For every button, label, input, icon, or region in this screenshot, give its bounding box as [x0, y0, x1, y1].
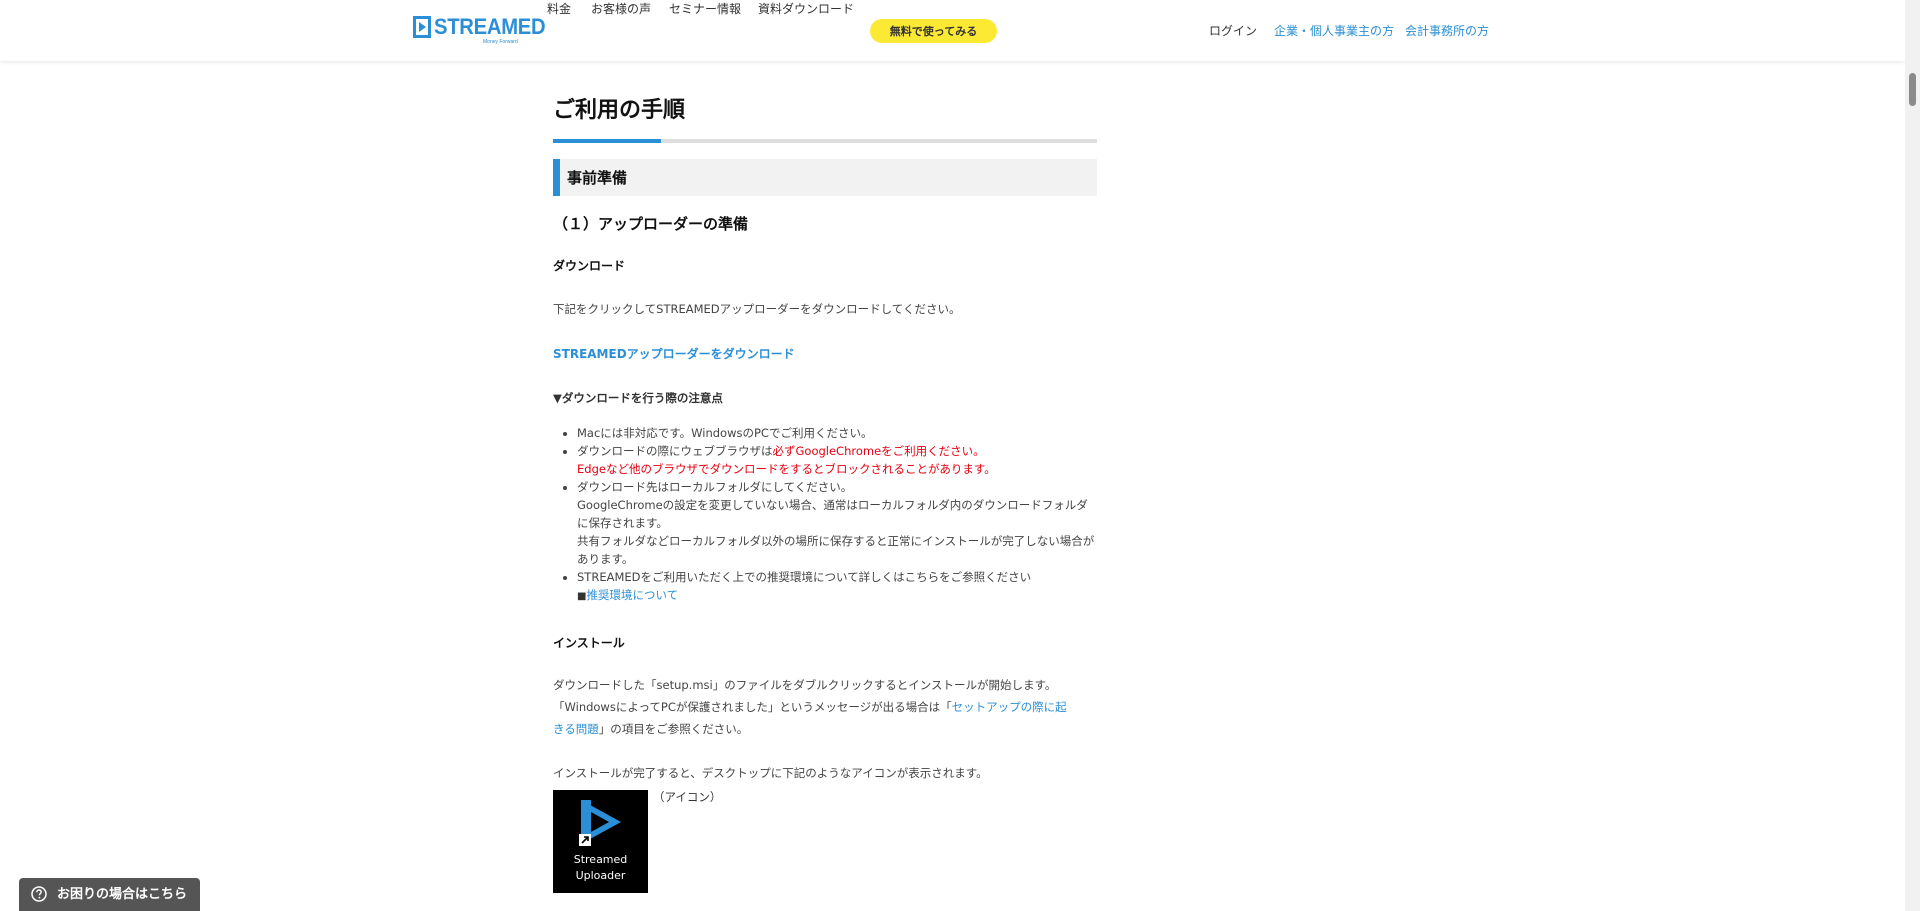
nav-pricing[interactable]: 料金 — [547, 0, 571, 17]
install-text: 」の項目をご参照ください。 — [598, 722, 749, 736]
warning-text: 必ずGoogleChromeをご利用ください。 — [772, 444, 985, 458]
page-title: ご利用の手順 — [553, 98, 686, 123]
icon-label-line1: Streamed — [573, 853, 628, 866]
warning-text: Edgeなど他のブラウザでダウンロードをするとブロックされることがあります。 — [577, 462, 996, 476]
section-heading: 事前準備 — [553, 159, 1097, 196]
download-notice-heading: ▼ダウンロードを行う際の注意点 — [553, 391, 723, 405]
uploader-play-icon — [579, 800, 621, 846]
download-notes-list: Macには非対応です。WindowsのPCでご利用ください。 ダウンロードの際に… — [553, 424, 1097, 606]
icon-caption: （アイコン） — [653, 790, 722, 804]
scrollbar-thumb[interactable] — [1909, 73, 1916, 106]
note-text: 共有フォルダなどローカルフォルダ以外の場所に保存すると正常にインストールが完了し… — [577, 534, 1095, 566]
setup-problems-link-cont[interactable]: きる問題 — [553, 722, 599, 736]
list-item: Macには非対応です。WindowsのPCでご利用ください。 — [577, 424, 1097, 442]
accounting-firm-link[interactable]: 会計事務所の方 — [1405, 22, 1489, 39]
download-heading: ダウンロード — [553, 259, 626, 273]
nav-document-download[interactable]: 資料ダウンロード — [758, 0, 854, 17]
free-trial-button[interactable]: 無料で使ってみる — [870, 19, 997, 43]
logo-play-icon — [413, 16, 431, 38]
note-text: Macには非対応です。WindowsのPCでご利用ください。 — [577, 426, 873, 440]
subheading-uploader: （１）アップローダーの準備 — [553, 215, 749, 233]
business-link[interactable]: 企業・個人事業主の方 — [1274, 22, 1394, 39]
logo-text: STREAMED — [434, 14, 546, 39]
note-text: ダウンロードの際にウェブブラウザは — [577, 444, 773, 458]
uploader-download-link[interactable]: STREAMEDアップローダーをダウンロード — [553, 345, 795, 363]
list-item: STREAMEDをご利用いただく上での推奨環境について詳しくはこちらをご参照くだ… — [577, 568, 1097, 606]
site-header: STREAMED Money Forward 料金 お客様の声 セミナー情報 資… — [0, 0, 1905, 61]
list-item: ダウンロード先はローカルフォルダにしてください。 GoogleChromeの設定… — [577, 478, 1097, 568]
note-text: STREAMEDをご利用いただく上での推奨環境について詳しくはこちらをご参照くだ… — [577, 570, 1032, 584]
install-warning-line2: きる問題」の項目をご参照ください。 — [553, 720, 748, 738]
install-heading: インストール — [553, 636, 625, 650]
list-item: ダウンロードの際にウェブブラウザは必ずGoogleChromeをご利用ください。… — [577, 442, 1097, 478]
note-text: GoogleChromeの設定を変更していない場合、通常はローカルフォルダ内のダ… — [577, 498, 1088, 530]
nav-customer-voice[interactable]: お客様の声 — [591, 0, 651, 17]
title-underline-accent — [553, 139, 661, 143]
logo[interactable]: STREAMED Money Forward — [413, 14, 555, 45]
page-scrollbar[interactable] — [1905, 0, 1920, 911]
question-icon — [31, 886, 47, 902]
login-link[interactable]: ログイン — [1209, 22, 1257, 39]
icon-label-line2: Uploader — [575, 869, 626, 882]
install-warning-line1: 「WindowsによってPCが保護されました」というメッセージが出る場合は「セッ… — [553, 698, 1067, 716]
uploader-desktop-icon: Streamed Uploader — [553, 790, 648, 893]
download-instruction: 下記をクリックしてSTREAMEDアップローダーをダウンロードしてください。 — [553, 302, 961, 316]
install-text: 「WindowsによってPCが保護されました」というメッセージが出る場合は「 — [553, 700, 952, 714]
install-complete-text: インストールが完了すると、デスクトップに下記のようなアイコンが表示されます。 — [553, 766, 988, 780]
help-button[interactable]: お困りの場合はこちら — [19, 878, 200, 911]
recommended-env-link[interactable]: 推奨環境について — [586, 588, 678, 602]
help-button-label: お困りの場合はこちら — [57, 887, 188, 902]
title-underline — [553, 139, 1097, 143]
logo-subtext: Money Forward — [483, 39, 518, 45]
install-instruction: ダウンロードした「setup.msi」のファイルをダブルクリックするとインストー… — [553, 678, 1057, 692]
setup-problems-link[interactable]: セットアップの際に起 — [952, 700, 1067, 714]
nav-seminar[interactable]: セミナー情報 — [669, 0, 741, 17]
section-heading-text: 事前準備 — [567, 169, 628, 187]
note-text: ダウンロード先はローカルフォルダにしてください。 — [577, 480, 853, 494]
